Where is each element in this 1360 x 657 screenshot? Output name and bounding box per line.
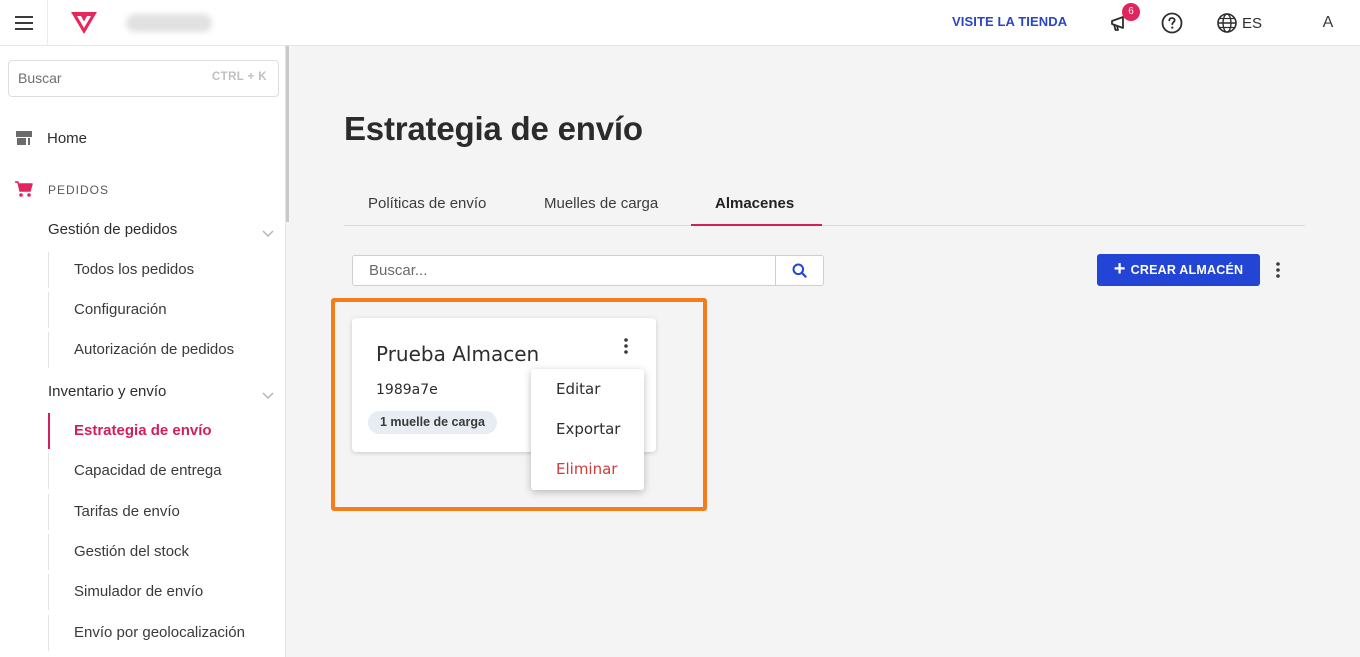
menu-item-exportar[interactable]: Exportar bbox=[531, 409, 644, 449]
search-button[interactable] bbox=[775, 256, 823, 285]
menu-item-editar[interactable]: Editar bbox=[531, 369, 644, 409]
sidebar-item-todos-los-pedidos[interactable]: Todos los pedidos bbox=[48, 252, 286, 288]
docks-badge: 1 muelle de carga bbox=[368, 411, 497, 434]
globe-icon bbox=[1217, 13, 1237, 33]
create-warehouse-button[interactable]: + CREAR ALMACÉN bbox=[1097, 254, 1260, 286]
sidebar-item-label: Estrategia de envío bbox=[74, 422, 212, 439]
sidebar-item-label: Autorización de pedidos bbox=[74, 341, 235, 358]
cart-icon bbox=[14, 179, 34, 203]
sidebar-item-label: Home bbox=[47, 130, 88, 147]
chevron-down-icon bbox=[262, 385, 274, 404]
sidebar-item-autorizacion-de-pedidos[interactable]: Autorización de pedidos bbox=[48, 332, 286, 368]
account-name-blurred bbox=[126, 14, 212, 32]
page-title: Estrategia de envío bbox=[344, 110, 643, 147]
sidebar-item-label: Capacidad de entrega bbox=[74, 462, 222, 479]
sidebar-scrollbar[interactable] bbox=[286, 46, 289, 222]
sidebar-item-label: Tarifas de envío bbox=[74, 503, 180, 520]
warehouse-id: 1989a7e bbox=[376, 382, 438, 398]
store-icon bbox=[15, 129, 33, 151]
sidebar-search-input[interactable] bbox=[18, 70, 198, 86]
visit-store-link[interactable]: VISITE LA TIENDA bbox=[952, 14, 1067, 29]
sidebar-item-label: Todos los pedidos bbox=[74, 261, 195, 278]
tab-politicas-de-envio[interactable]: Políticas de envío bbox=[368, 186, 486, 226]
sidebar-item-tarifas-de-envio[interactable]: Tarifas de envío bbox=[48, 494, 286, 530]
language-label: ES bbox=[1242, 14, 1263, 32]
warehouse-search[interactable] bbox=[352, 255, 824, 286]
avatar[interactable]: A bbox=[1314, 10, 1342, 36]
tab-almacenes[interactable]: Almacenes bbox=[691, 186, 822, 226]
search-icon bbox=[792, 263, 807, 278]
menu-item-label: Exportar bbox=[556, 420, 621, 438]
sidebar-item-label: Configuración bbox=[74, 301, 167, 318]
notification-badge: 6 bbox=[1122, 3, 1140, 21]
search-shortcut-hint: CTRL + K bbox=[211, 71, 267, 83]
sidebar-item-home[interactable]: Home bbox=[0, 124, 286, 154]
sidebar-item-label: Gestión del stock bbox=[74, 543, 190, 560]
menu-item-label: Editar bbox=[556, 380, 601, 398]
sidebar-group-inventario-y-envio[interactable]: Inventario y envío bbox=[0, 377, 286, 407]
group-label: Inventario y envío bbox=[48, 383, 167, 400]
plus-icon: + bbox=[1113, 258, 1126, 280]
top-bar: VISITE LA TIENDA 6 ES A bbox=[0, 0, 1360, 46]
tab-muelles-de-carga[interactable]: Muelles de carga bbox=[544, 186, 658, 226]
help-circle-icon[interactable] bbox=[1160, 11, 1184, 35]
section-label: PEDIDOS bbox=[48, 183, 110, 197]
sidebar-item-capacidad-de-entrega[interactable]: Capacidad de entrega bbox=[48, 453, 286, 489]
hamburger-icon[interactable] bbox=[0, 0, 48, 46]
sidebar-item-gestion-del-stock[interactable]: Gestión del stock bbox=[48, 534, 286, 570]
sidebar-item-simulador-de-envio[interactable]: Simulador de envío bbox=[48, 574, 286, 610]
sidebar: CTRL + K Home PEDIDOS Gestión de pedidos bbox=[0, 46, 286, 657]
language-selector[interactable]: ES bbox=[1216, 11, 1262, 35]
sidebar-search[interactable]: CTRL + K bbox=[8, 60, 279, 97]
sidebar-item-estrategia-de-envio[interactable]: Estrategia de envío bbox=[48, 413, 286, 449]
sidebar-item-label: Simulador de envío bbox=[74, 583, 204, 600]
sidebar-group-gestion-de-pedidos[interactable]: Gestión de pedidos bbox=[0, 215, 286, 245]
more-options-icon[interactable] bbox=[1267, 258, 1289, 282]
tab-bar: Políticas de envío Muelles de carga Alma… bbox=[344, 186, 1305, 226]
card-more-options-icon[interactable] bbox=[616, 334, 636, 358]
menu-item-eliminar[interactable]: Eliminar bbox=[531, 449, 644, 489]
sidebar-section-pedidos: PEDIDOS bbox=[0, 177, 286, 203]
sidebar-item-envio-por-geolocalizacion[interactable]: Envío por geolocalización bbox=[48, 615, 286, 651]
create-warehouse-label: CREAR ALMACÉN bbox=[1130, 263, 1244, 277]
search-input[interactable] bbox=[369, 262, 769, 279]
warehouse-name: Prueba Almacen bbox=[376, 342, 540, 366]
menu-item-label: Eliminar bbox=[556, 460, 618, 478]
sidebar-item-configuracion[interactable]: Configuración bbox=[48, 292, 286, 328]
group-label: Gestión de pedidos bbox=[48, 221, 178, 238]
card-context-menu: Editar Exportar Eliminar bbox=[531, 369, 644, 490]
vtex-logo-icon[interactable] bbox=[70, 11, 98, 35]
chevron-down-icon bbox=[262, 223, 274, 242]
sidebar-item-label: Envío por geolocalización bbox=[74, 624, 245, 641]
